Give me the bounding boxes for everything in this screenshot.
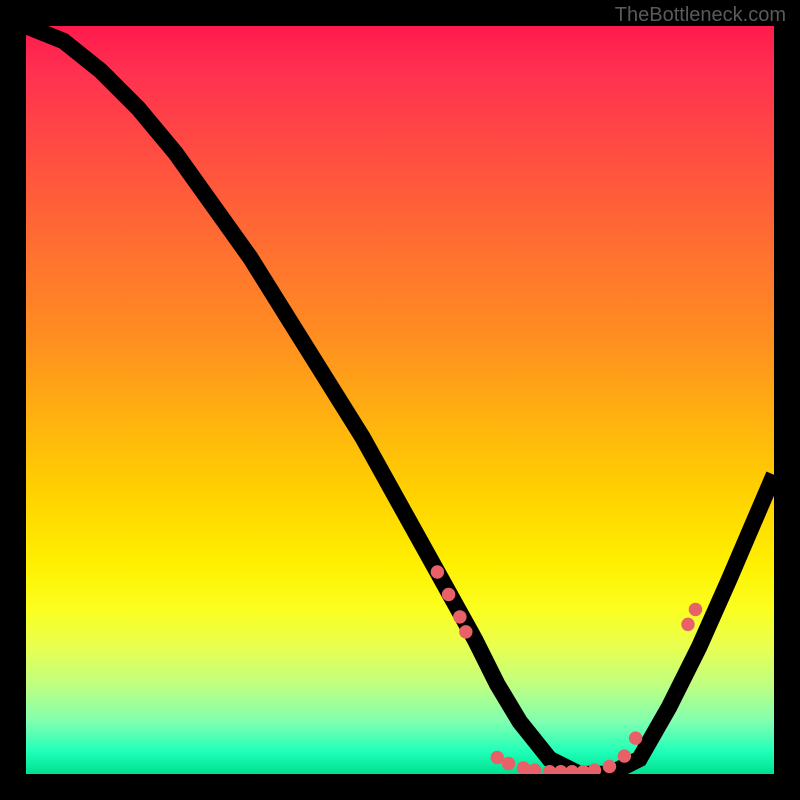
- data-point: [459, 625, 472, 638]
- data-point: [629, 731, 642, 744]
- chart-curve: [26, 26, 774, 774]
- chart-svg: [26, 26, 774, 774]
- data-point: [588, 764, 601, 774]
- data-point: [681, 618, 694, 631]
- watermark-text: TheBottleneck.com: [615, 4, 786, 27]
- data-point: [431, 565, 444, 578]
- chart-data-points: [431, 565, 703, 774]
- data-point: [618, 749, 631, 762]
- data-point: [517, 761, 530, 774]
- data-point: [502, 757, 515, 770]
- data-point: [528, 764, 541, 774]
- data-point: [453, 610, 466, 623]
- data-point: [603, 760, 616, 773]
- chart-plot-area: [26, 26, 774, 774]
- data-point: [442, 588, 455, 601]
- data-point: [689, 603, 702, 616]
